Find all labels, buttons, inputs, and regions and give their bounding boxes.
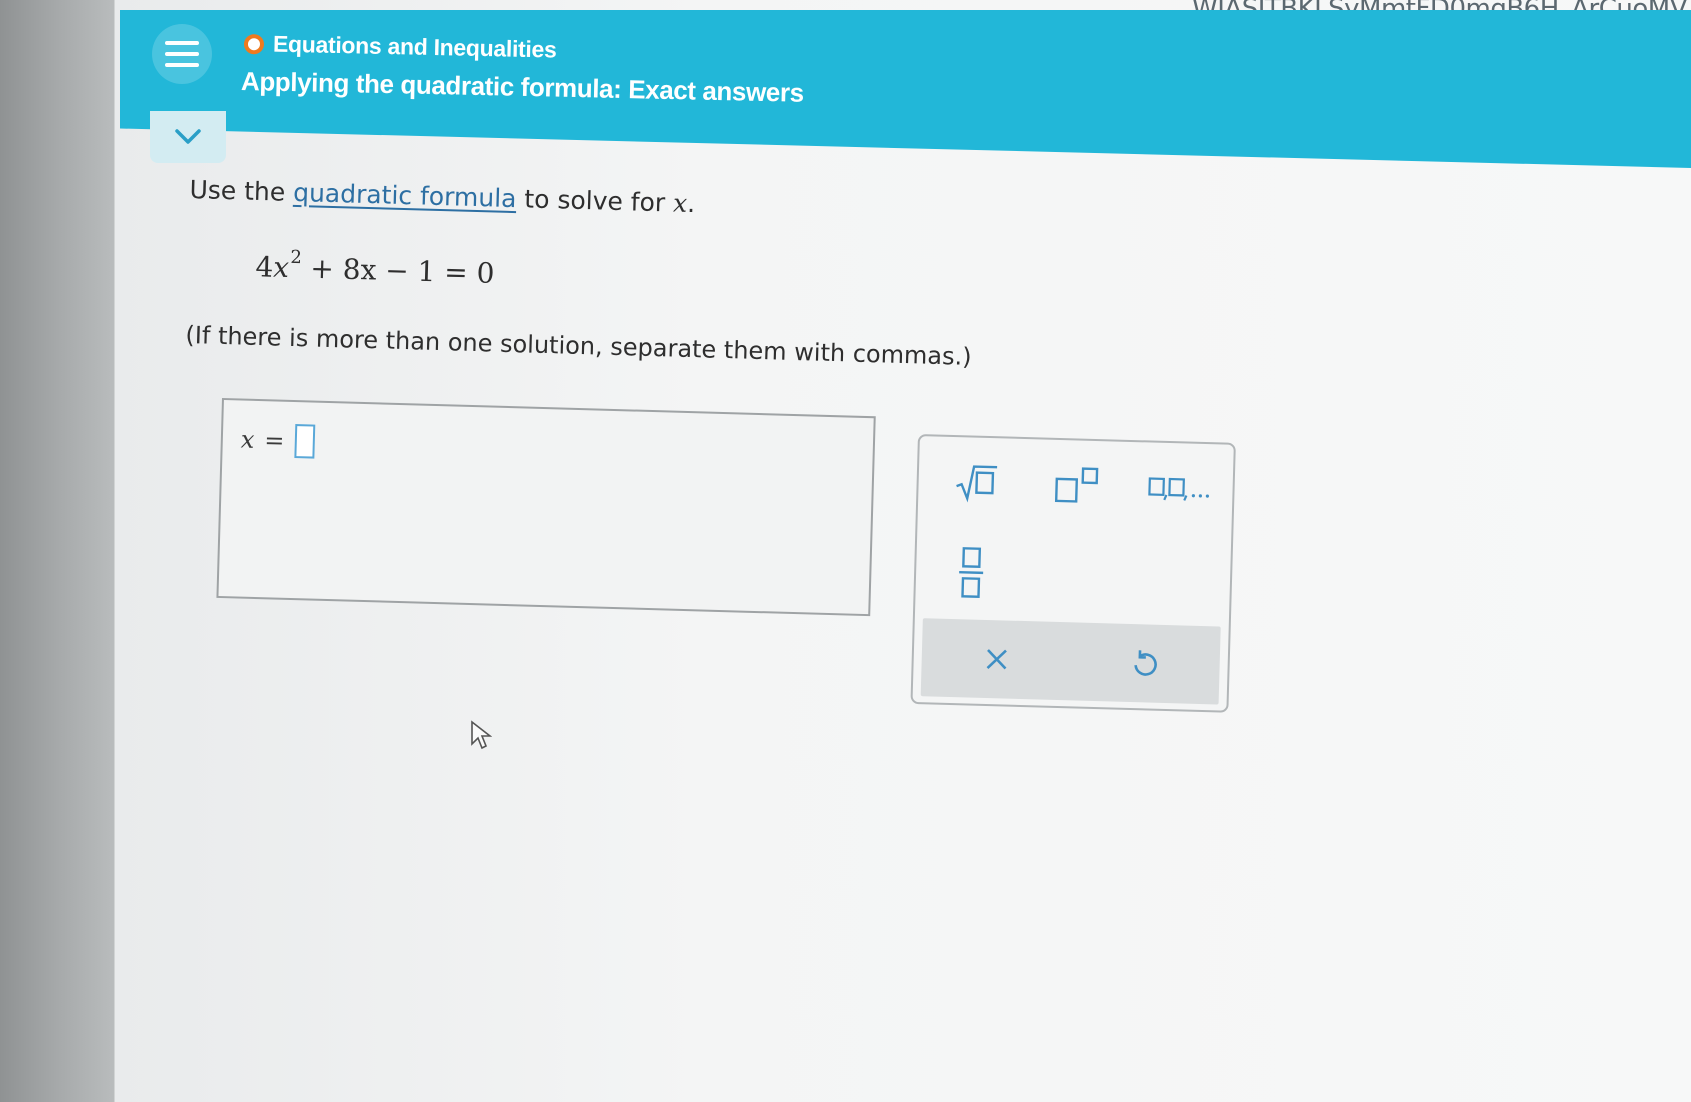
undo-icon [1134, 650, 1157, 676]
math-keypad [910, 434, 1236, 713]
superscript-icon [1054, 467, 1099, 503]
undo-button[interactable] [1109, 633, 1181, 693]
keypad-action-bar [920, 618, 1221, 705]
equals-sign: = [263, 426, 285, 455]
answer-row: x = [240, 423, 315, 459]
answer-box[interactable]: x = [216, 398, 876, 617]
collapse-toggle-button[interactable] [150, 111, 226, 163]
menu-button[interactable] [152, 24, 212, 84]
square-root-icon [956, 465, 998, 503]
problem-prompt: Use the quadratic formula to solve for x… [189, 175, 696, 219]
problem-instruction: (If there is more than one solution, sep… [185, 321, 972, 372]
clear-button[interactable] [961, 629, 1033, 689]
problem-equation: 4x2 + 8x − 1 = 0 [255, 246, 495, 290]
quadratic-formula-link[interactable]: quadratic formula [293, 178, 517, 213]
problem-content: Use the quadratic formula to solve for x… [185, 175, 976, 371]
chevron-down-icon [175, 129, 201, 144]
fraction-button[interactable] [945, 537, 997, 608]
progress-dot-icon [243, 33, 265, 54]
mouse-pointer-icon [471, 720, 492, 750]
fraction-icon [959, 547, 984, 598]
hamburger-menu-icon [165, 41, 199, 45]
answer-variable: x [240, 425, 255, 454]
square-root-button[interactable] [946, 457, 1007, 509]
close-icon [986, 649, 1007, 670]
answer-input[interactable] [294, 424, 315, 459]
comma-list-icon [1148, 477, 1209, 501]
superscript-button[interactable] [1046, 460, 1107, 512]
comma-list-button[interactable] [1140, 462, 1221, 514]
